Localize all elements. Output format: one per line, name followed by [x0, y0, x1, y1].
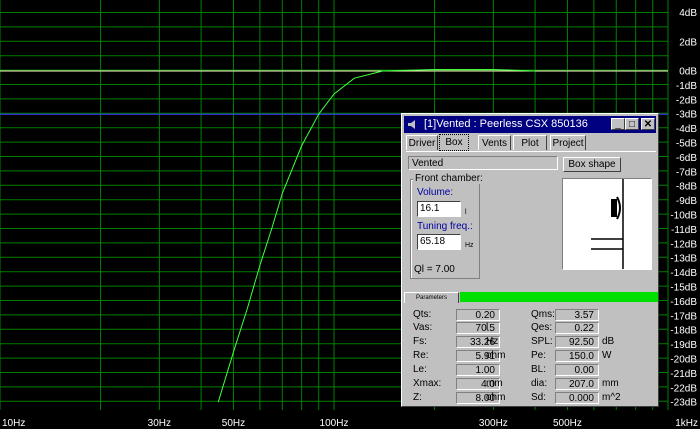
- tab-box[interactable]: Box: [439, 134, 469, 151]
- parameters-indicator-bar: [460, 292, 658, 302]
- param-unit: W: [602, 350, 612, 361]
- param-label: Sd:: [531, 392, 547, 403]
- param-unit: mm: [602, 378, 619, 389]
- y-tick-label: -1dB: [676, 81, 697, 92]
- tuning-freq-input[interactable]: 65.18: [417, 234, 461, 250]
- x-tick-label: 1kHz: [675, 418, 698, 429]
- y-tick-label: -14dB: [670, 268, 697, 279]
- param-unit: ohm: [486, 392, 506, 403]
- y-tick-label: -5dB: [676, 139, 697, 150]
- param-value: 3.57: [555, 309, 599, 321]
- y-tick-label: -3dB: [676, 110, 697, 121]
- param-label: Fs:: [413, 336, 427, 347]
- tuning-freq-unit: Hz: [465, 242, 474, 249]
- y-tick-label: -17dB: [670, 311, 697, 322]
- tab-driver[interactable]: Driver: [406, 135, 438, 150]
- y-tick-label: -15dB: [670, 283, 697, 294]
- front-chamber-label: Front chamber:: [413, 173, 485, 184]
- vented-box-window[interactable]: [1]Vented : Peerless CSX 850136 _ □ ✕ Dr…: [401, 113, 659, 407]
- box-type-field: Vented: [408, 156, 558, 170]
- window-title: [1]Vented : Peerless CSX 850136: [424, 118, 588, 130]
- y-tick-label: -19dB: [670, 340, 697, 351]
- param-label: SPL:: [531, 336, 553, 347]
- y-tick-label: 0dB: [679, 67, 697, 78]
- ql-value: Ql = 7.00: [414, 264, 455, 275]
- param-value: 1.00: [456, 364, 500, 376]
- y-tick-label: 2dB: [679, 37, 697, 48]
- box-preview-drawing: [591, 179, 624, 269]
- volume-input[interactable]: 16.1: [417, 201, 461, 217]
- x-tick-label: 100Hz: [320, 418, 349, 429]
- box-shape-button[interactable]: Box shape: [563, 157, 621, 172]
- param-value: 0.000: [555, 392, 599, 404]
- x-tick-label: 300Hz: [479, 418, 508, 429]
- parameters-section-header: Parameters: [404, 292, 658, 304]
- param-label: Le:: [413, 364, 427, 375]
- y-tick-label: -23dB: [670, 398, 697, 409]
- param-value: 70.5: [456, 322, 500, 334]
- speaker-icon: [406, 118, 419, 131]
- param-unit: Hz: [486, 336, 499, 347]
- param-label: Re:: [413, 350, 429, 361]
- tab-plot[interactable]: Plot: [513, 135, 547, 150]
- param-label: Vas:: [413, 322, 433, 333]
- param-label: Qes:: [531, 322, 553, 333]
- param-unit: dB: [602, 336, 615, 347]
- y-tick-label: -2dB: [676, 95, 697, 106]
- tab-project[interactable]: Project: [550, 135, 586, 150]
- param-label: Pe:: [531, 350, 547, 361]
- y-tick-label: -11dB: [671, 225, 697, 236]
- tuning-freq-label: Tuning freq.:: [417, 221, 473, 232]
- y-tick-label: -4dB: [676, 124, 697, 135]
- param-value: 207.0: [555, 378, 599, 390]
- param-value: 0.00: [555, 364, 599, 376]
- param-label: Z:: [413, 392, 422, 403]
- x-tick-label: 30Hz: [148, 418, 171, 429]
- y-tick-label: -13dB: [670, 254, 697, 265]
- param-value: 0.22: [555, 322, 599, 334]
- y-tick-label: -8dB: [676, 182, 697, 193]
- y-tick-label: -18dB: [670, 326, 697, 337]
- parameters-tab[interactable]: Parameters: [404, 292, 459, 303]
- volume-unit: l: [465, 209, 467, 216]
- close-icon[interactable]: ✕: [641, 118, 655, 130]
- x-tick-label: 10Hz: [2, 418, 25, 429]
- y-tick-label: -7dB: [676, 167, 697, 178]
- param-value: 150.0: [555, 350, 599, 362]
- y-tick-label: -12dB: [670, 239, 697, 250]
- y-tick-label: -6dB: [676, 153, 697, 164]
- y-tick-label: -22dB: [670, 383, 697, 394]
- x-tick-label: 50Hz: [222, 418, 245, 429]
- y-tick-label: -9dB: [676, 196, 697, 207]
- param-value: 0.20: [456, 309, 500, 321]
- param-label: Qms:: [531, 309, 555, 320]
- param-unit: l: [486, 322, 489, 333]
- param-label: Qts:: [413, 309, 432, 320]
- y-tick-label: -20dB: [670, 355, 697, 366]
- y-tick-label: -21dB: [670, 369, 697, 380]
- tab-vents[interactable]: Vents: [478, 135, 511, 150]
- y-tick-label: 4dB: [679, 8, 697, 19]
- param-unit: m^2: [602, 392, 621, 403]
- y-tick-label: -16dB: [670, 297, 697, 308]
- param-unit: mm: [486, 378, 503, 389]
- param-label: Xmax:: [413, 378, 442, 389]
- minimize-icon[interactable]: _: [611, 118, 625, 130]
- parameters-panel: Qts: 0.20 Vas: 70.5 l Fs: 33.26 Hz Re: 5…: [402, 308, 660, 408]
- param-label: BL:: [531, 364, 547, 375]
- maximize-icon[interactable]: □: [625, 118, 639, 130]
- volume-label: Volume:: [417, 187, 454, 198]
- param-label: dia:: [531, 378, 548, 389]
- window-titlebar[interactable]: [1]Vented : Peerless CSX 850136 _ □ ✕: [404, 116, 656, 133]
- box-preview: [562, 178, 652, 270]
- param-value: 92.50: [555, 336, 599, 348]
- y-tick-label: -10dB: [670, 211, 697, 222]
- x-tick-label: 500Hz: [553, 418, 582, 429]
- param-unit: ohm: [486, 350, 506, 361]
